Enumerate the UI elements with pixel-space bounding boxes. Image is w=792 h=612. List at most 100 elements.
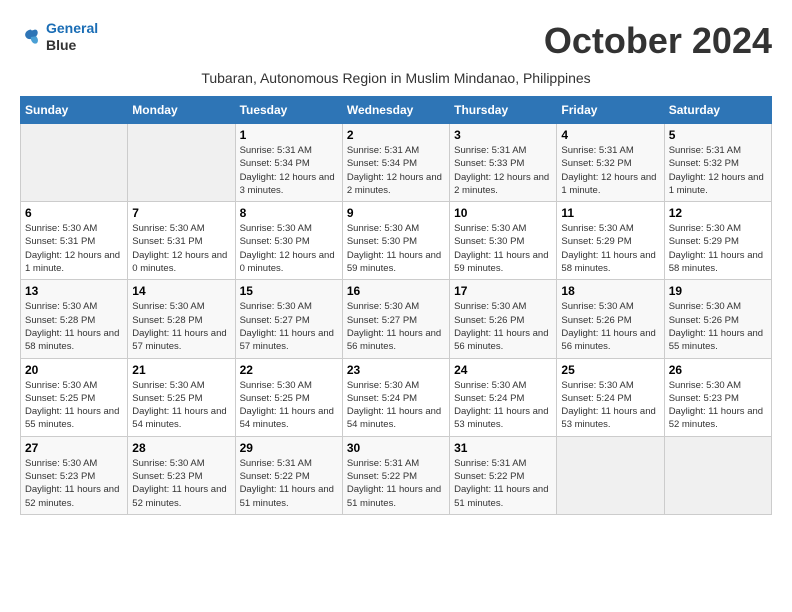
day-info: Sunrise: 5:30 AM Sunset: 5:30 PM Dayligh…: [240, 222, 338, 275]
day-number: 13: [25, 284, 123, 298]
calendar-cell: 22Sunrise: 5:30 AM Sunset: 5:25 PM Dayli…: [235, 358, 342, 436]
calendar-cell: 14Sunrise: 5:30 AM Sunset: 5:28 PM Dayli…: [128, 280, 235, 358]
calendar-week-2: 6 Sunrise: 5:30 AM Sunset: 5:31 PM Daylig…: [21, 202, 772, 280]
day-number: 20: [25, 363, 123, 377]
calendar-cell: 10 Sunrise: 5:30 AM Sunset: 5:30 PM Dayli…: [450, 202, 557, 280]
day-info: Sunrise: 5:30 AM Sunset: 5:26 PM Dayligh…: [561, 300, 659, 353]
calendar-body: 1Sunrise: 5:31 AM Sunset: 5:34 PM Daylig…: [21, 124, 772, 515]
day-number: 22: [240, 363, 338, 377]
calendar-cell: [21, 124, 128, 202]
day-number: 7: [132, 206, 230, 220]
day-number: 21: [132, 363, 230, 377]
day-number: 3: [454, 128, 552, 142]
logo: General Blue: [20, 20, 98, 54]
calendar-cell: 27 Sunrise: 5:30 AM Sunset: 5:23 PM Dayli…: [21, 436, 128, 514]
day-number: 23: [347, 363, 445, 377]
day-info: Sunrise: 5:30 AM Sunset: 5:30 PM Dayligh…: [454, 222, 552, 275]
calendar-cell: 25 Sunrise: 5:30 AM Sunset: 5:24 PM Dayli…: [557, 358, 664, 436]
day-number: 12: [669, 206, 767, 220]
day-number: 15: [240, 284, 338, 298]
page-subtitle: Tubaran, Autonomous Region in Muslim Min…: [20, 70, 772, 86]
calendar-cell: 19Sunrise: 5:30 AM Sunset: 5:26 PM Dayli…: [664, 280, 771, 358]
weekday-header-friday: Friday: [557, 97, 664, 124]
logo-text: General Blue: [46, 20, 98, 54]
day-info: Sunrise: 5:30 AM Sunset: 5:29 PM Dayligh…: [669, 222, 767, 275]
calendar-cell: 28 Sunrise: 5:30 AM Sunset: 5:23 PM Dayli…: [128, 436, 235, 514]
logo-icon: [20, 26, 42, 48]
day-info: Sunrise: 5:31 AM Sunset: 5:22 PM Dayligh…: [347, 457, 445, 510]
day-info: Sunrise: 5:30 AM Sunset: 5:23 PM Dayligh…: [132, 457, 230, 510]
day-number: 24: [454, 363, 552, 377]
month-title: October 2024: [544, 20, 772, 62]
day-number: 6: [25, 206, 123, 220]
calendar-cell: 9 Sunrise: 5:30 AM Sunset: 5:30 PM Daylig…: [342, 202, 449, 280]
calendar-cell: 5Sunrise: 5:31 AM Sunset: 5:32 PM Daylig…: [664, 124, 771, 202]
day-info: Sunrise: 5:30 AM Sunset: 5:24 PM Dayligh…: [561, 379, 659, 432]
day-number: 29: [240, 441, 338, 455]
calendar-cell: 6 Sunrise: 5:30 AM Sunset: 5:31 PM Daylig…: [21, 202, 128, 280]
calendar-cell: 26Sunrise: 5:30 AM Sunset: 5:23 PM Dayli…: [664, 358, 771, 436]
day-info: Sunrise: 5:30 AM Sunset: 5:25 PM Dayligh…: [132, 379, 230, 432]
day-number: 14: [132, 284, 230, 298]
day-info: Sunrise: 5:31 AM Sunset: 5:33 PM Dayligh…: [454, 144, 552, 197]
calendar-cell: 1Sunrise: 5:31 AM Sunset: 5:34 PM Daylig…: [235, 124, 342, 202]
day-info: Sunrise: 5:30 AM Sunset: 5:24 PM Dayligh…: [454, 379, 552, 432]
calendar-cell: [128, 124, 235, 202]
day-info: Sunrise: 5:30 AM Sunset: 5:27 PM Dayligh…: [347, 300, 445, 353]
calendar-cell: [664, 436, 771, 514]
weekday-header-saturday: Saturday: [664, 97, 771, 124]
day-info: Sunrise: 5:31 AM Sunset: 5:32 PM Dayligh…: [669, 144, 767, 197]
calendar-cell: 20 Sunrise: 5:30 AM Sunset: 5:25 PM Dayli…: [21, 358, 128, 436]
calendar-cell: 18 Sunrise: 5:30 AM Sunset: 5:26 PM Dayli…: [557, 280, 664, 358]
calendar-cell: 16Sunrise: 5:30 AM Sunset: 5:27 PM Dayli…: [342, 280, 449, 358]
weekday-header-monday: Monday: [128, 97, 235, 124]
calendar-week-5: 27 Sunrise: 5:30 AM Sunset: 5:23 PM Dayli…: [21, 436, 772, 514]
day-info: Sunrise: 5:30 AM Sunset: 5:28 PM Dayligh…: [25, 300, 123, 353]
day-info: Sunrise: 5:30 AM Sunset: 5:29 PM Dayligh…: [561, 222, 659, 275]
calendar-cell: 8Sunrise: 5:30 AM Sunset: 5:30 PM Daylig…: [235, 202, 342, 280]
calendar-cell: 23 Sunrise: 5:30 AM Sunset: 5:24 PM Dayli…: [342, 358, 449, 436]
calendar-cell: [557, 436, 664, 514]
calendar-cell: 24 Sunrise: 5:30 AM Sunset: 5:24 PM Dayli…: [450, 358, 557, 436]
calendar-cell: 11 Sunrise: 5:30 AM Sunset: 5:29 PM Dayli…: [557, 202, 664, 280]
calendar-week-4: 20 Sunrise: 5:30 AM Sunset: 5:25 PM Dayli…: [21, 358, 772, 436]
calendar-cell: 29 Sunrise: 5:31 AM Sunset: 5:22 PM Dayli…: [235, 436, 342, 514]
day-number: 25: [561, 363, 659, 377]
day-info: Sunrise: 5:30 AM Sunset: 5:25 PM Dayligh…: [25, 379, 123, 432]
day-info: Sunrise: 5:31 AM Sunset: 5:22 PM Dayligh…: [240, 457, 338, 510]
weekday-header-thursday: Thursday: [450, 97, 557, 124]
day-info: Sunrise: 5:30 AM Sunset: 5:23 PM Dayligh…: [25, 457, 123, 510]
day-info: Sunrise: 5:31 AM Sunset: 5:32 PM Dayligh…: [561, 144, 659, 197]
day-info: Sunrise: 5:30 AM Sunset: 5:31 PM Dayligh…: [25, 222, 123, 275]
calendar-header-row: SundayMondayTuesdayWednesdayThursdayFrid…: [21, 97, 772, 124]
day-number: 31: [454, 441, 552, 455]
weekday-header-tuesday: Tuesday: [235, 97, 342, 124]
day-info: Sunrise: 5:31 AM Sunset: 5:34 PM Dayligh…: [240, 144, 338, 197]
calendar-cell: 4 Sunrise: 5:31 AM Sunset: 5:32 PM Daylig…: [557, 124, 664, 202]
day-number: 26: [669, 363, 767, 377]
day-number: 2: [347, 128, 445, 142]
day-number: 9: [347, 206, 445, 220]
day-number: 4: [561, 128, 659, 142]
day-number: 11: [561, 206, 659, 220]
calendar-week-3: 13 Sunrise: 5:30 AM Sunset: 5:28 PM Dayli…: [21, 280, 772, 358]
weekday-header-sunday: Sunday: [21, 97, 128, 124]
day-info: Sunrise: 5:31 AM Sunset: 5:22 PM Dayligh…: [454, 457, 552, 510]
calendar-cell: 21 Sunrise: 5:30 AM Sunset: 5:25 PM Dayli…: [128, 358, 235, 436]
day-info: Sunrise: 5:30 AM Sunset: 5:26 PM Dayligh…: [669, 300, 767, 353]
day-number: 10: [454, 206, 552, 220]
day-info: Sunrise: 5:30 AM Sunset: 5:30 PM Dayligh…: [347, 222, 445, 275]
calendar-cell: 2Sunrise: 5:31 AM Sunset: 5:34 PM Daylig…: [342, 124, 449, 202]
page-header: General Blue October 2024: [20, 20, 772, 62]
calendar-cell: 15 Sunrise: 5:30 AM Sunset: 5:27 PM Dayli…: [235, 280, 342, 358]
calendar-cell: 12 Sunrise: 5:30 AM Sunset: 5:29 PM Dayli…: [664, 202, 771, 280]
day-number: 18: [561, 284, 659, 298]
day-number: 30: [347, 441, 445, 455]
day-info: Sunrise: 5:30 AM Sunset: 5:27 PM Dayligh…: [240, 300, 338, 353]
day-info: Sunrise: 5:30 AM Sunset: 5:24 PM Dayligh…: [347, 379, 445, 432]
day-number: 28: [132, 441, 230, 455]
day-number: 27: [25, 441, 123, 455]
day-info: Sunrise: 5:30 AM Sunset: 5:26 PM Dayligh…: [454, 300, 552, 353]
weekday-header-wednesday: Wednesday: [342, 97, 449, 124]
calendar-cell: 31 Sunrise: 5:31 AM Sunset: 5:22 PM Dayli…: [450, 436, 557, 514]
